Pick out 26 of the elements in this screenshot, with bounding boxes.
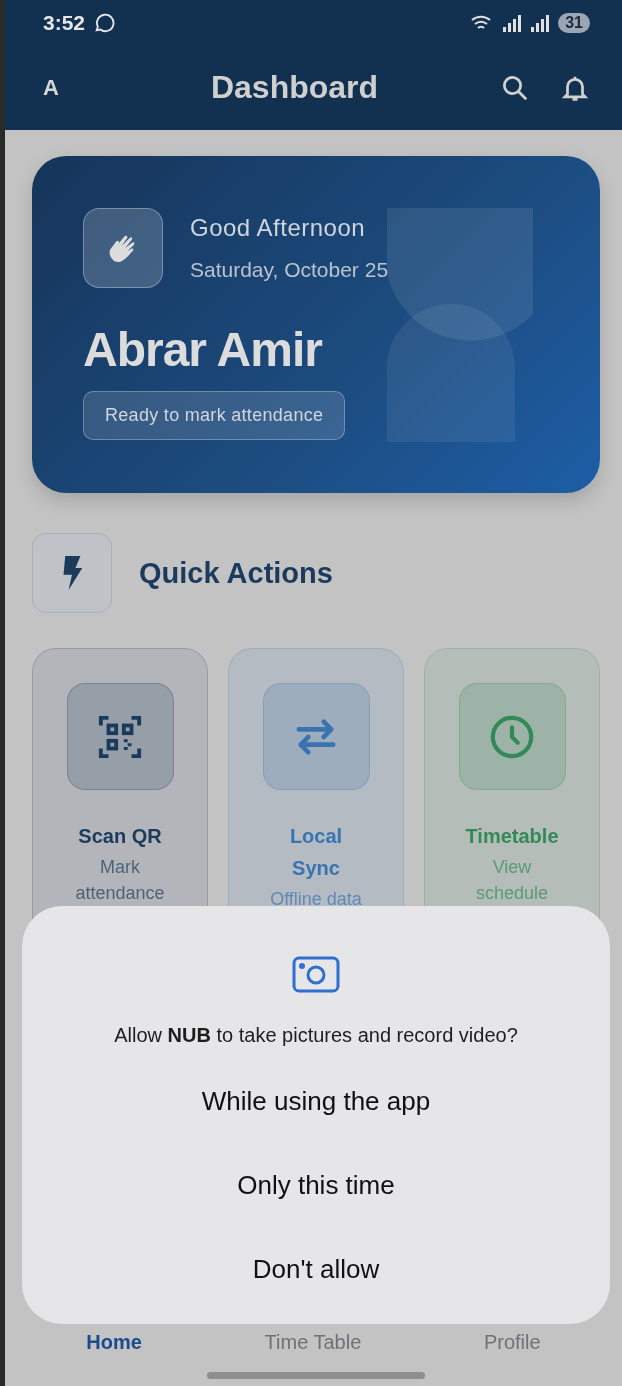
tile-subtitle: Mark attendance <box>74 856 166 905</box>
permission-option[interactable]: While using the app <box>189 1059 443 1143</box>
tile-subtitle: View schedule <box>474 856 550 905</box>
permission-option[interactable]: Only this time <box>225 1143 407 1227</box>
battery-indicator: 31 <box>558 12 590 33</box>
date-text: Saturday, October 25 <box>190 258 389 282</box>
permission-option[interactable]: Don't allow <box>240 1227 392 1311</box>
qr-code-icon <box>97 713 143 760</box>
signal-icon <box>530 13 551 32</box>
tile-subtitle: Offline data <box>270 888 362 911</box>
permission-message: Allow NUB to take pictures and record video? <box>114 1024 518 1047</box>
page-title: Dashboard <box>209 69 380 106</box>
chat-app-icon <box>93 11 116 34</box>
camera-icon <box>292 954 340 994</box>
user-name: Abrar Amir <box>83 322 324 377</box>
tile-title: Timetable <box>465 824 559 849</box>
status-time: 3:52 <box>43 10 86 35</box>
section-title: Quick Actions <box>139 556 333 590</box>
avatar-letter[interactable]: A <box>43 74 73 101</box>
tile-title: Local Sync <box>288 824 344 881</box>
signal-icon <box>502 13 523 32</box>
tile-title: Scan QR <box>78 824 162 849</box>
clock-icon <box>489 713 535 760</box>
greeting-text: Good Afternoon <box>190 214 367 242</box>
nav-tab[interactable]: Home <box>80 1330 148 1355</box>
status-chip: Ready to mark attendance <box>83 391 346 440</box>
